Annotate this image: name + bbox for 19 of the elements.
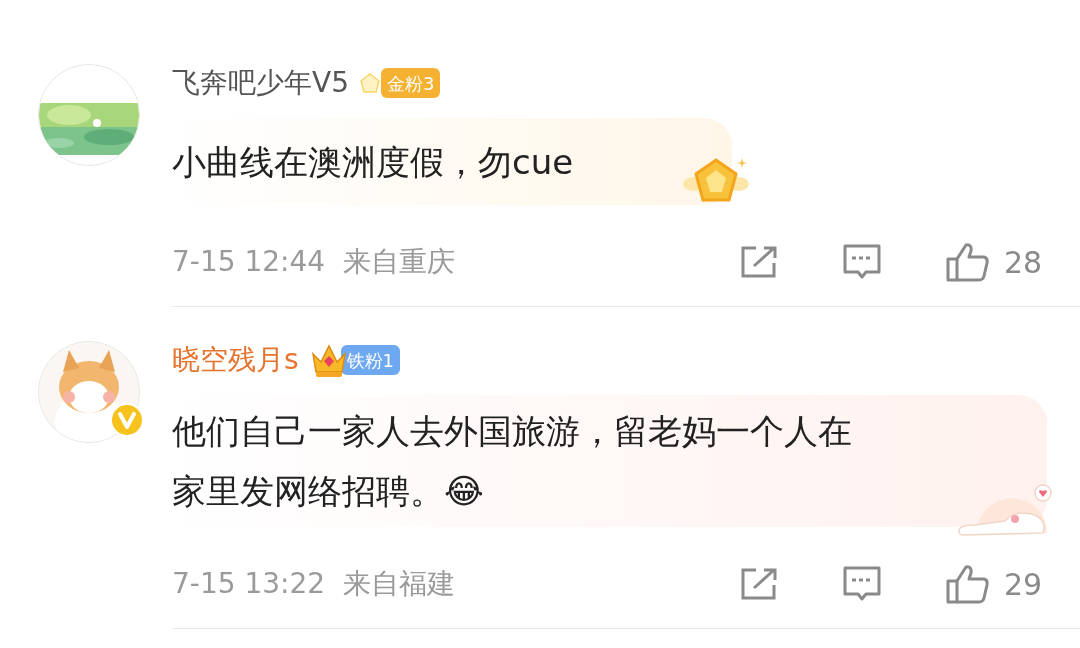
fan-badge: 金粉3 — [380, 68, 441, 98]
thumbs-up-icon[interactable] — [946, 242, 990, 282]
comment-text: 小曲线在澳洲度假，勿cue — [172, 140, 574, 184]
comment-icon[interactable] — [843, 243, 881, 281]
thumbs-up-icon[interactable] — [946, 564, 990, 604]
timestamp: 7-15 13:22 — [172, 566, 326, 602]
location-text: 来自重庆 — [343, 244, 456, 280]
share-icon[interactable] — [740, 245, 778, 279]
location-text: 来自福建 — [343, 566, 456, 602]
fan-badge: 铁粉1 — [340, 345, 401, 375]
like-count: 29 — [1004, 565, 1044, 604]
username[interactable]: 飞奔吧少年V5 — [172, 62, 349, 104]
comment-text: 家里发网络招聘。😂 — [172, 470, 484, 513]
share-icon[interactable] — [740, 567, 778, 601]
timestamp: 7-15 12:44 — [172, 244, 326, 280]
comment-text: 他们自己一家人去外国旅游，留老妈一个人在 — [172, 410, 852, 453]
like-count: 28 — [1004, 243, 1044, 282]
gem-icon — [358, 72, 381, 94]
comment-icon[interactable] — [843, 565, 881, 603]
